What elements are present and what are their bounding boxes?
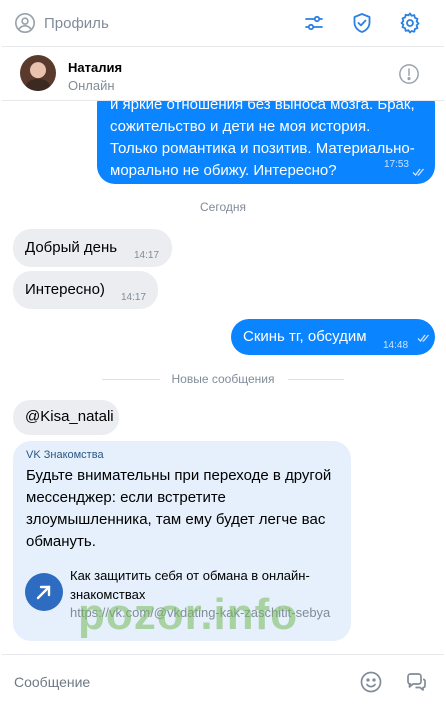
message-time: 14:17 — [134, 250, 160, 261]
message-outgoing[interactable]: и яркие отношения без выноса мозга. Брак… — [97, 100, 435, 184]
contact-name[interactable]: Наталия — [68, 60, 122, 75]
shield-check-icon[interactable] — [350, 11, 374, 35]
message-time: 17:53 — [383, 159, 409, 170]
card-text: Будьте внимательны при переходе в другой… — [26, 467, 332, 550]
card-link-url[interactable]: https://vk.com/@vkdating-kak-zaschitit-s… — [70, 605, 340, 620]
emoji-icon[interactable] — [359, 670, 383, 694]
message-text: @Kisa_natali — [25, 408, 114, 425]
message-time: 14:48 — [383, 340, 409, 351]
avatar[interactable] — [20, 55, 56, 91]
card-source[interactable]: VK Знакомства — [26, 449, 104, 461]
top-bar: Профиль — [2, 0, 444, 47]
message-text: и яркие отношения без выноса мозга. Брак… — [110, 100, 415, 179]
message-text: Скинь тг, обсудим — [243, 328, 367, 345]
profile-label: Профиль — [44, 14, 109, 32]
message-outgoing[interactable]: Скинь тг, обсудим 14:48 — [231, 319, 435, 355]
message-input[interactable] — [12, 667, 336, 697]
message-incoming[interactable]: Интересно) 14:17 — [13, 271, 158, 309]
message-incoming[interactable]: @Kisa_natali — [13, 400, 119, 435]
message-list[interactable]: и яркие отношения без выноса мозга. Брак… — [2, 100, 444, 654]
message-composer — [2, 654, 444, 709]
message-text: Добрый день — [25, 239, 118, 256]
user-circle-icon — [15, 13, 35, 33]
profile-link[interactable]: Профиль — [14, 12, 109, 34]
chat-header: Наталия Онлайн — [2, 47, 444, 101]
info-icon[interactable] — [398, 63, 420, 85]
external-link-icon[interactable] — [25, 573, 63, 611]
separator-line — [288, 379, 344, 380]
card-link-title[interactable]: Как защитить себя от обмана в онлайн-зна… — [70, 566, 350, 604]
message-time: 14:17 — [121, 292, 147, 303]
new-messages-label: Новые сообщения — [171, 372, 275, 386]
gear-icon[interactable] — [398, 11, 422, 35]
new-messages-separator: Новые сообщения — [2, 370, 444, 388]
online-status: Онлайн — [68, 78, 115, 93]
message-incoming[interactable]: Добрый день 14:17 — [13, 229, 172, 267]
read-check-icon — [412, 168, 424, 176]
chat-window: Профиль Наталия Онлайн и яркие отношения… — [2, 0, 444, 709]
voice-message-icon[interactable] — [404, 670, 428, 694]
read-check-icon — [417, 334, 429, 342]
safety-warning-card: VK Знакомства Будьте внимательны при пер… — [13, 441, 351, 641]
day-separator: Сегодня — [200, 200, 246, 214]
message-text: Интересно) — [25, 281, 105, 298]
filter-sliders-icon[interactable] — [302, 11, 326, 35]
